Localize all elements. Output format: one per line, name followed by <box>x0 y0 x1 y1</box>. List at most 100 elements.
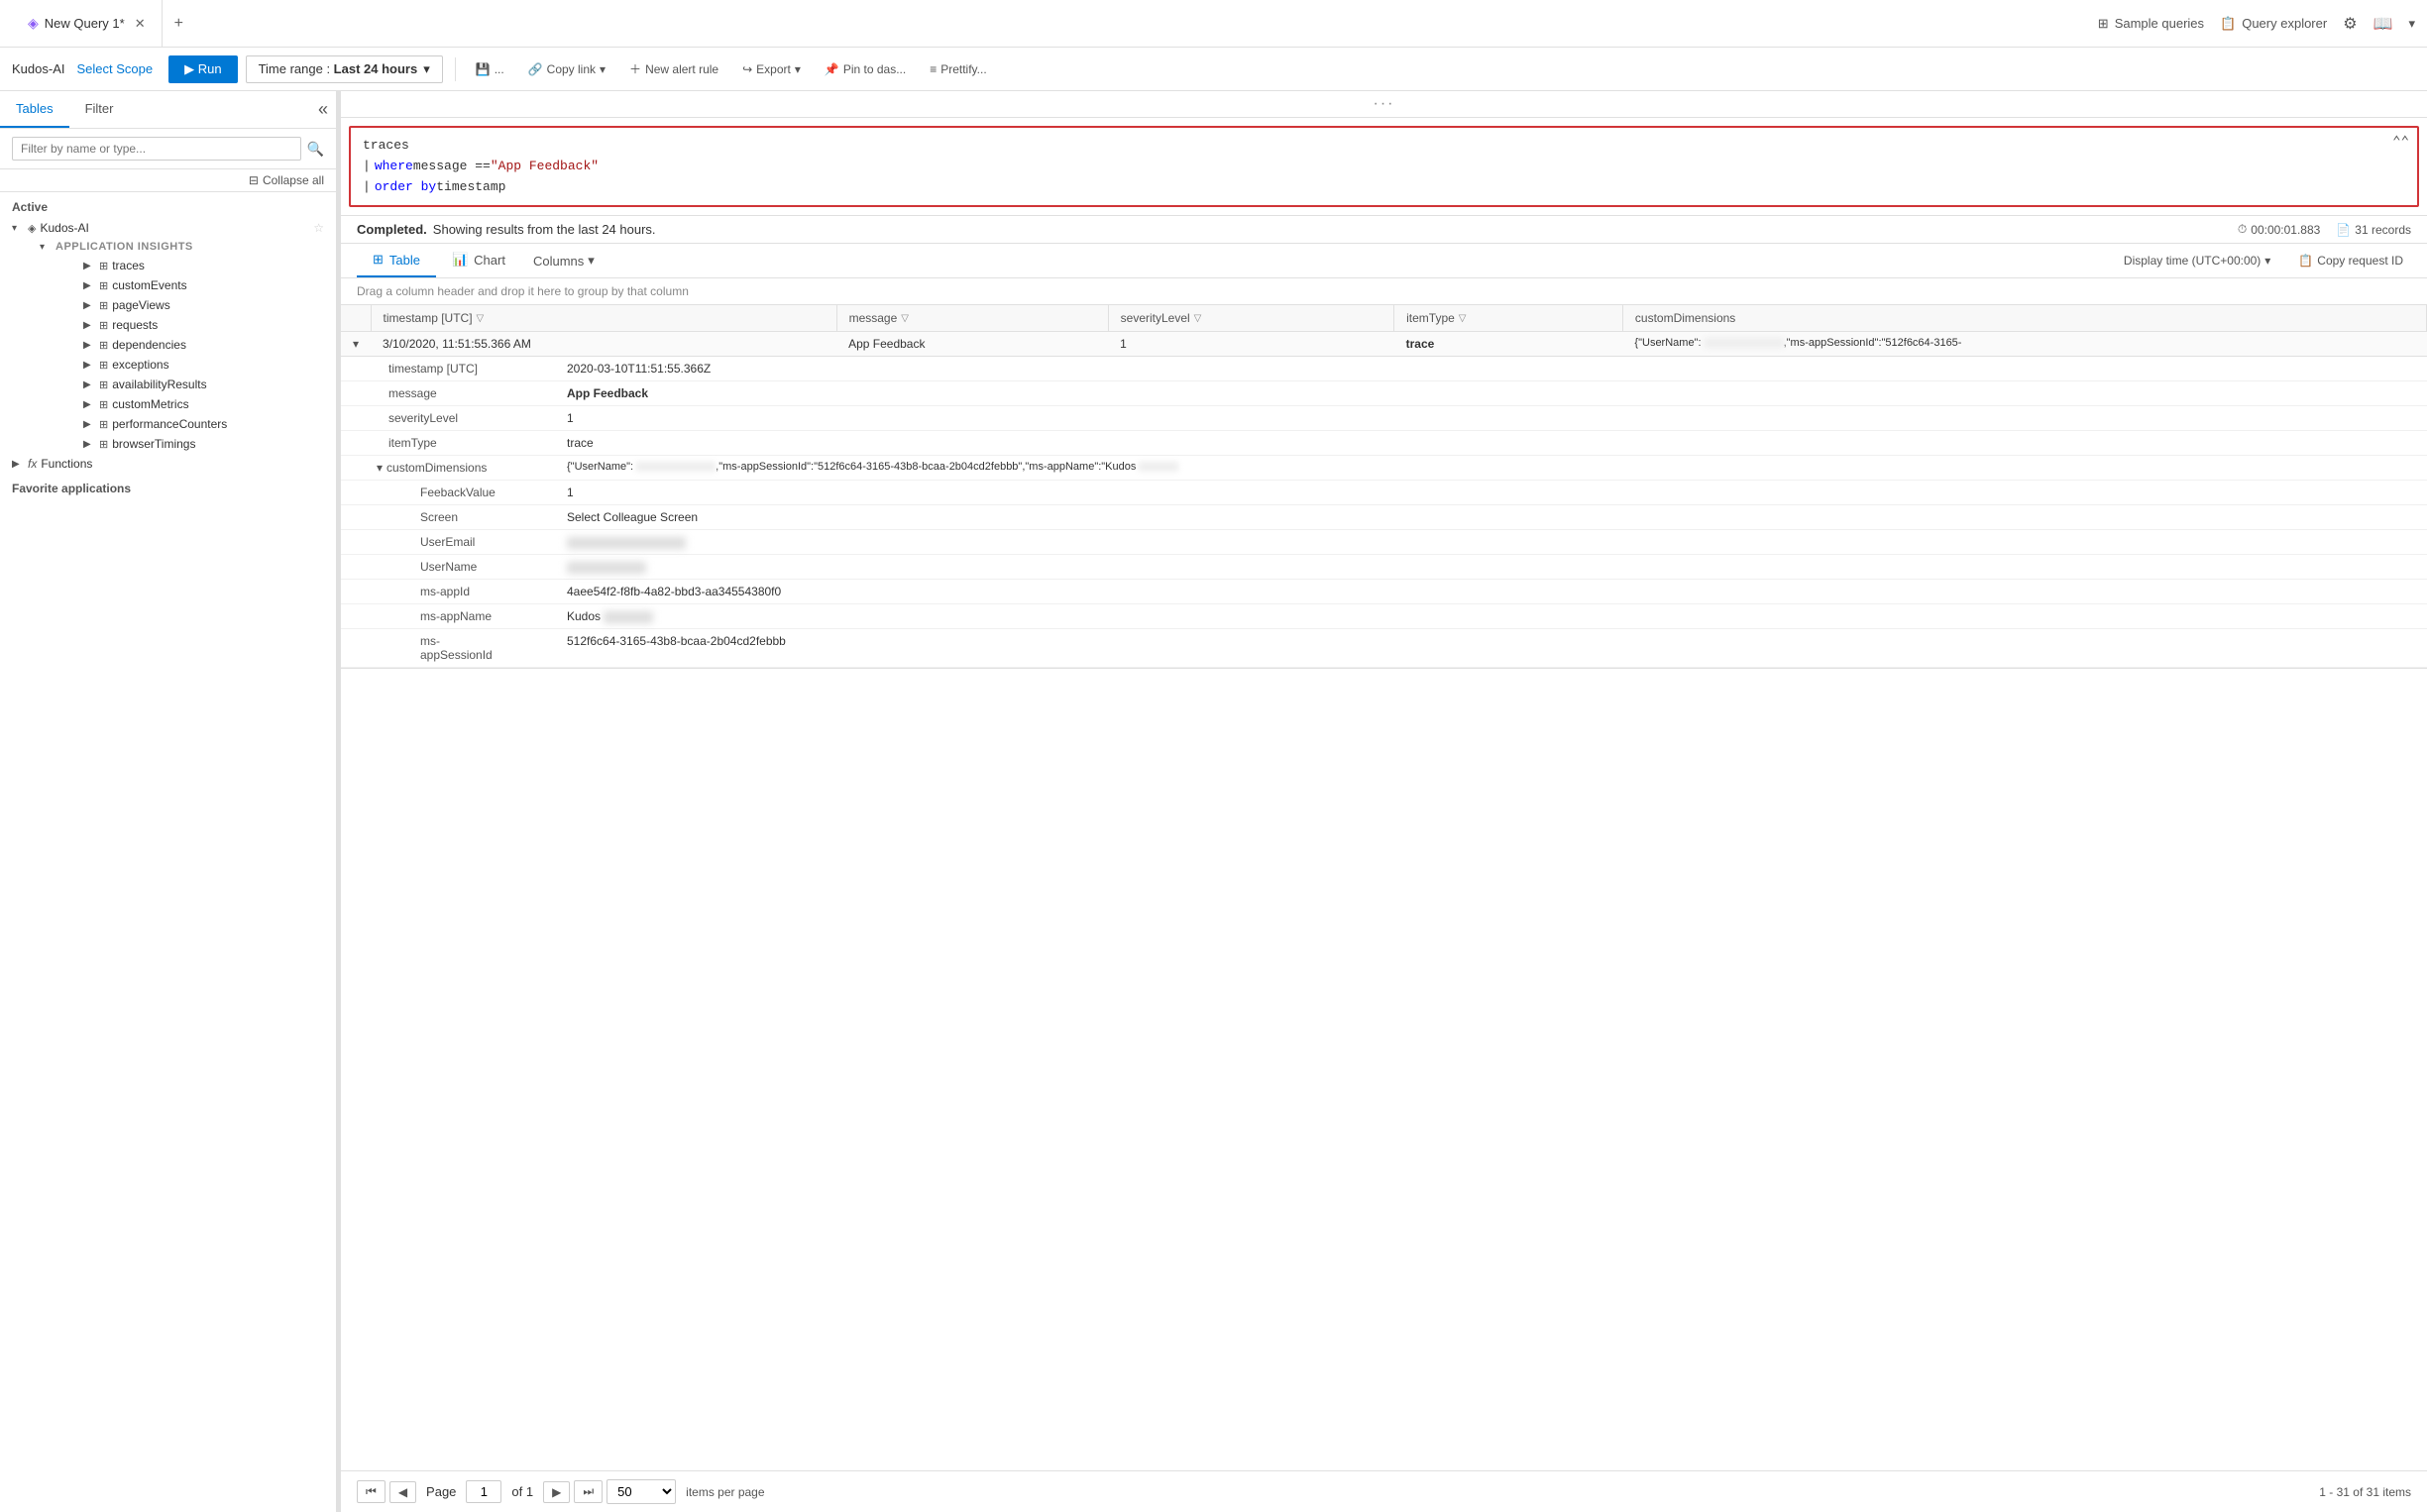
clock-icon: ⏱ <box>2238 222 2247 237</box>
search-icon[interactable]: 🔍 <box>307 141 324 158</box>
table-icon: ⊞ <box>373 252 384 268</box>
columns-button[interactable]: Columns ▾ <box>521 245 607 276</box>
last-page-button[interactable]: ⏭ <box>574 1480 603 1503</box>
query-editor[interactable]: traces | where message == "App Feedback"… <box>349 126 2419 207</box>
prettify-button[interactable]: ≡ Prettify... <box>922 58 994 80</box>
detail-item-customdim[interactable]: ▾ customDimensions {"UserName": ,"ms-app… <box>341 456 2427 481</box>
next-page-button[interactable]: ▶ <box>543 1481 570 1503</box>
table-label: dependencies <box>112 338 324 352</box>
more-icon: ... <box>495 62 504 76</box>
new-alert-label: New alert rule <box>645 62 718 76</box>
first-page-button[interactable]: ⏮ <box>357 1480 386 1503</box>
collapse-indicator[interactable]: ··· <box>341 91 2427 118</box>
run-button[interactable]: ▶ Run <box>168 55 237 83</box>
export-button[interactable]: ↪ Export ▾ <box>734 58 809 80</box>
expand-icon: ▶ <box>83 439 95 450</box>
export-label: Export <box>756 62 791 76</box>
title-bar-right: ⊞ Sample queries 📋 Query explorer ⚙ 📖 ▾ <box>2098 14 2415 34</box>
sidebar-tabs-row: Tables Filter « <box>0 91 336 129</box>
active-tab[interactable]: ◈ New Query 1* ✕ <box>12 0 163 47</box>
customdim-expand[interactable]: ▾ customDimensions <box>377 461 507 475</box>
query-explorer-button[interactable]: 📋 Query explorer <box>2220 16 2327 32</box>
sidebar-item-pageViews[interactable]: ▶ ⊞ pageViews <box>71 295 336 315</box>
itemtype-filter-icon[interactable]: ▽ <box>1459 313 1467 324</box>
save-button[interactable]: 💾 ... <box>468 58 512 80</box>
columns-label: Columns <box>533 254 584 269</box>
sidebar-item-functions[interactable]: ▶ fx Functions <box>0 454 336 474</box>
expand-icon: ▶ <box>83 261 95 271</box>
results-status: Completed. Showing results from the last… <box>341 216 2427 244</box>
sidebar-item-customEvents[interactable]: ▶ ⊞ customEvents <box>71 275 336 295</box>
function-icon: fx <box>28 457 37 471</box>
display-time-label: Display time (UTC+00:00) <box>2124 254 2261 268</box>
time-range-button[interactable]: Time range : Showing results from the la… <box>246 55 443 83</box>
chevron-down-button[interactable]: ▾ <box>2408 16 2415 32</box>
copy-request-id-label: Copy request ID <box>2317 254 2403 268</box>
result-tab-right: Display time (UTC+00:00) ▾ 📋 Copy reques… <box>2116 250 2411 271</box>
page-input[interactable] <box>466 1480 501 1503</box>
workspace-item[interactable]: ▾ ◈ Kudos-AI ☆ <box>0 218 336 238</box>
add-tab-button[interactable]: + <box>163 15 195 33</box>
expand-icon: ▶ <box>83 340 95 351</box>
save-icon: 💾 <box>476 62 491 76</box>
table-row[interactable]: ▾ 3/10/2020, 11:51:55.366 AM App Feedbac… <box>341 332 2427 357</box>
severity-filter-icon[interactable]: ▽ <box>1194 313 1202 324</box>
search-input[interactable] <box>12 137 301 161</box>
collapse-all-icon: ⊟ <box>249 173 259 187</box>
select-scope-button[interactable]: Select Scope <box>76 61 153 76</box>
row-expand-icon: ▾ <box>353 337 359 351</box>
message-filter-icon[interactable]: ▽ <box>901 313 909 324</box>
display-time-button[interactable]: Display time (UTC+00:00) ▾ <box>2116 250 2278 271</box>
table-customEvents: ▶ ⊞ customEvents <box>28 275 336 295</box>
tab-chart[interactable]: 📊 Chart <box>436 244 521 277</box>
tab-tables[interactable]: Tables <box>0 91 69 128</box>
col-timestamp: timestamp [UTC] ▽ <box>371 305 836 332</box>
favorite-star-icon[interactable]: ☆ <box>313 221 324 235</box>
page-label: Page <box>420 1484 462 1499</box>
tab-filter[interactable]: Filter <box>69 91 130 128</box>
sub-key-useremail: UserEmail <box>341 530 519 555</box>
book-button[interactable]: 📖 <box>2373 14 2393 34</box>
table-icon: ⊞ <box>99 279 108 292</box>
sidebar-item-exceptions[interactable]: ▶ ⊞ exceptions <box>71 355 336 375</box>
collapse-query-button[interactable]: ⌃⌃ <box>2392 132 2409 154</box>
table-icon: ⊞ <box>99 260 108 272</box>
sidebar-collapse-button[interactable]: « <box>310 99 336 120</box>
page-navigation: ⏮ ◀ Page of 1 ▶ ⏭ 50 100 200 items per p… <box>357 1479 765 1504</box>
tab-table[interactable]: ⊞ Table <box>357 244 436 277</box>
favorites-section-header: Favorite applications <box>0 474 336 499</box>
copy-link-button[interactable]: 🔗 Copy link ▾ <box>520 58 613 80</box>
table-performanceCounters: ▶ ⊞ performanceCounters <box>28 414 336 434</box>
sidebar-item-performanceCounters[interactable]: ▶ ⊞ performanceCounters <box>71 414 336 434</box>
collapse-all-button[interactable]: ⊟ Collapse all <box>249 173 324 187</box>
sample-queries-button[interactable]: ⊞ Sample queries <box>2098 16 2204 32</box>
prev-page-button[interactable]: ◀ <box>389 1481 416 1503</box>
sidebar-search: 🔍 <box>0 129 336 169</box>
cell-itemtype: trace <box>1394 332 1623 357</box>
settings-button[interactable]: ⚙ <box>2343 14 2357 34</box>
detail-value-timestamp: 2020-03-10T11:51:55.366Z <box>519 357 2427 381</box>
sidebar-item-availabilityResults[interactable]: ▶ ⊞ availabilityResults <box>71 375 336 394</box>
row-expand-cell[interactable]: ▾ <box>341 332 371 357</box>
timestamp-filter-icon[interactable]: ▽ <box>477 313 485 324</box>
dots-icon: ··· <box>1374 95 1395 113</box>
sidebar-item-requests[interactable]: ▶ ⊞ requests <box>71 315 336 335</box>
copy-icon: 📋 <box>2298 254 2313 268</box>
sidebar-item-dependencies[interactable]: ▶ ⊞ dependencies <box>71 335 336 355</box>
new-alert-button[interactable]: ＋ New alert rule <box>621 56 726 81</box>
expand-icon: ▶ <box>83 300 95 311</box>
sidebar-item-traces[interactable]: ▶ ⊞ traces <box>71 256 336 275</box>
table-browserTimings: ▶ ⊞ browserTimings <box>28 434 336 454</box>
items-per-page-select[interactable]: 50 100 200 <box>607 1479 676 1504</box>
tab-close-button[interactable]: ✕ <box>135 16 146 32</box>
sidebar-item-customMetrics[interactable]: ▶ ⊞ customMetrics <box>71 394 336 414</box>
copy-request-id-button[interactable]: 📋 Copy request ID <box>2290 250 2411 271</box>
sidebar-item-browserTimings[interactable]: ▶ ⊞ browserTimings <box>71 434 336 454</box>
table-customMetrics: ▶ ⊞ customMetrics <box>28 394 336 414</box>
app-insights-section: ▾ APPLICATION INSIGHTS ▶ ⊞ traces ▶ ⊞ cu… <box>0 238 336 454</box>
pin-button[interactable]: 📌 Pin to das... <box>817 58 914 80</box>
detail-item-severity: severityLevel 1 <box>341 406 2427 431</box>
app-insights-header-item[interactable]: ▾ APPLICATION INSIGHTS <box>28 238 336 256</box>
detail-table: timestamp [UTC] 2020-03-10T11:51:55.366Z… <box>341 357 2427 668</box>
query-text-traces: traces <box>363 136 409 157</box>
